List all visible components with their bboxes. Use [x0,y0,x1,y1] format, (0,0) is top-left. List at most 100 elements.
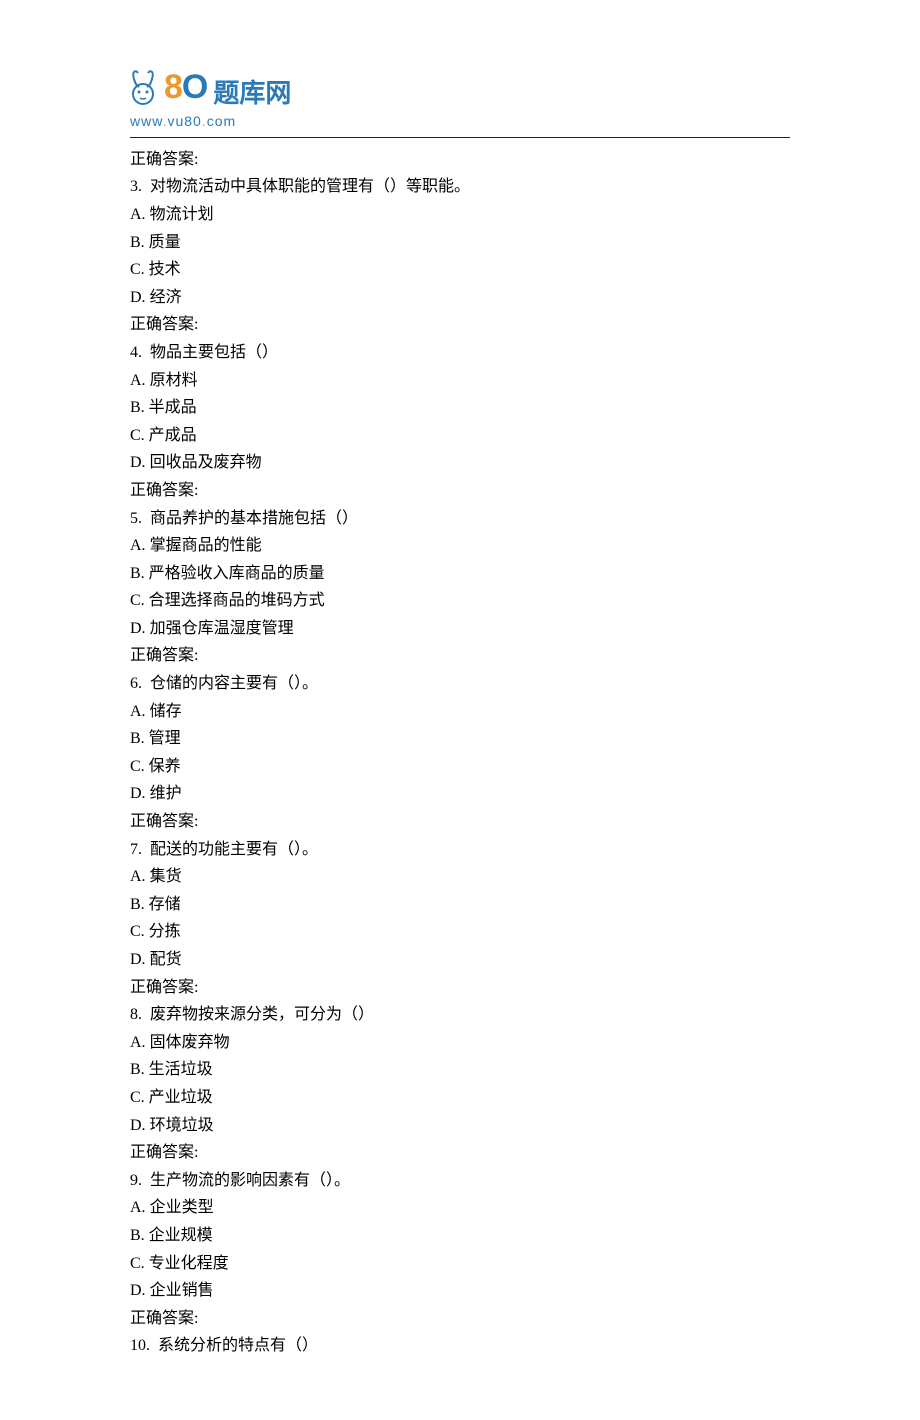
logo-brand-text: 题库网 [213,73,291,115]
question-number: 8. [130,1006,150,1023]
choice-label: C. [130,923,149,940]
question-line: 3. 对物流活动中具体职能的管理有（）等职能。 [130,173,790,201]
choice-line: D. 配货 [130,946,790,974]
answer-label: 正确答案: [130,642,790,670]
choice-label: C. [130,1089,149,1106]
choice-label: D. [130,951,150,968]
choice-label: A. [130,206,150,223]
choice-text: 配货 [150,951,182,968]
question-text: 配送的功能主要有（）。 [150,841,318,858]
choice-text: 合理选择商品的堆码方式 [149,592,325,609]
choice-text: 企业类型 [150,1199,214,1216]
question-number: 4. [130,344,150,361]
choice-text: 企业销售 [150,1282,214,1299]
choice-line: B. 质量 [130,229,790,257]
choice-text: 企业规模 [149,1227,213,1244]
choice-text: 物流计划 [150,206,214,223]
bunny-icon [130,70,162,115]
choice-label: D. [130,454,150,471]
choice-line: A. 原材料 [130,367,790,395]
choice-text: 产成品 [149,427,197,444]
choice-label: C. [130,1255,149,1272]
answer-label: 正确答案: [130,311,790,339]
choice-line: B. 管理 [130,725,790,753]
answer-label: 正确答案: [130,477,790,505]
choice-line: C. 产成品 [130,422,790,450]
choice-text: 环境垃圾 [150,1117,214,1134]
choice-line: D. 经济 [130,284,790,312]
choice-text: 半成品 [149,399,197,416]
question-text: 商品养护的基本措施包括（） [150,510,358,527]
choice-line: C. 分拣 [130,918,790,946]
choice-text: 专业化程度 [149,1255,229,1272]
choice-text: 产业垃圾 [149,1089,213,1106]
choice-text: 掌握商品的性能 [150,537,262,554]
question-number: 3. [130,178,150,195]
choice-text: 集货 [150,868,182,885]
choice-line: A. 物流计划 [130,201,790,229]
choice-label: B. [130,1061,149,1078]
answer-label: 正确答案: [130,808,790,836]
choice-label: A. [130,372,150,389]
question-text: 对物流活动中具体职能的管理有（）等职能。 [150,178,470,195]
choice-line: D. 环境垃圾 [130,1112,790,1140]
choice-label: B. [130,234,149,251]
question-text: 生产物流的影响因素有（）。 [150,1172,350,1189]
choice-line: B. 生活垃圾 [130,1056,790,1084]
choice-text: 经济 [150,289,182,306]
question-number: 7. [130,841,150,858]
choice-label: B. [130,1227,149,1244]
choice-text: 储存 [150,703,182,720]
choice-line: C. 技术 [130,256,790,284]
choice-line: A. 固体废弃物 [130,1029,790,1057]
question-line: 5. 商品养护的基本措施包括（） [130,505,790,533]
choice-text: 加强仓库温湿度管理 [150,620,294,637]
choice-text: 原材料 [150,372,198,389]
logo-number: 8O [164,60,207,114]
logo: 8O 题库网 www.vu80.com [130,60,920,133]
choice-label: D. [130,620,150,637]
choice-line: D. 回收品及废弃物 [130,449,790,477]
choice-line: D. 加强仓库温湿度管理 [130,615,790,643]
question-text: 系统分析的特点有（） [158,1337,318,1354]
choice-label: D. [130,1282,150,1299]
document-content: 正确答案: 3. 对物流活动中具体职能的管理有（）等职能。A. 物流计划B. 质… [130,146,790,1360]
choice-line: C. 专业化程度 [130,1250,790,1278]
choice-line: B. 半成品 [130,394,790,422]
choice-line: B. 存储 [130,891,790,919]
choice-text: 维护 [150,785,182,802]
choice-label: B. [130,565,149,582]
choice-text: 固体废弃物 [150,1034,230,1051]
question-text: 废弃物按来源分类，可分为（） [150,1006,374,1023]
choice-line: B. 企业规模 [130,1222,790,1250]
choice-label: A. [130,703,150,720]
question-number: 5. [130,510,150,527]
question-text: 物品主要包括（） [150,344,278,361]
logo-eight: 8 [164,60,182,114]
question-line: 10. 系统分析的特点有（） [130,1332,790,1360]
choice-text: 管理 [149,730,181,747]
choice-text: 存储 [149,896,181,913]
choice-label: D. [130,1117,150,1134]
choice-label: C. [130,592,149,609]
logo-zero: O [182,60,207,114]
choice-label: C. [130,427,149,444]
choice-line: A. 掌握商品的性能 [130,532,790,560]
question-line: 6. 仓储的内容主要有（）。 [130,670,790,698]
choice-line: A. 企业类型 [130,1194,790,1222]
choice-line: A. 集货 [130,863,790,891]
answer-label: 正确答案: [130,974,790,1002]
choice-label: D. [130,289,150,306]
choice-label: B. [130,399,149,416]
choice-line: C. 保养 [130,753,790,781]
choice-text: 生活垃圾 [149,1061,213,1078]
logo-top: 8O 题库网 [130,60,920,114]
question-line: 4. 物品主要包括（） [130,339,790,367]
question-number: 6. [130,675,150,692]
choice-label: B. [130,730,149,747]
answer-label: 正确答案: [130,146,790,174]
choice-line: D. 企业销售 [130,1277,790,1305]
choice-line: C. 合理选择商品的堆码方式 [130,587,790,615]
choice-text: 技术 [149,261,181,278]
url-domain: vu80 [167,113,201,129]
